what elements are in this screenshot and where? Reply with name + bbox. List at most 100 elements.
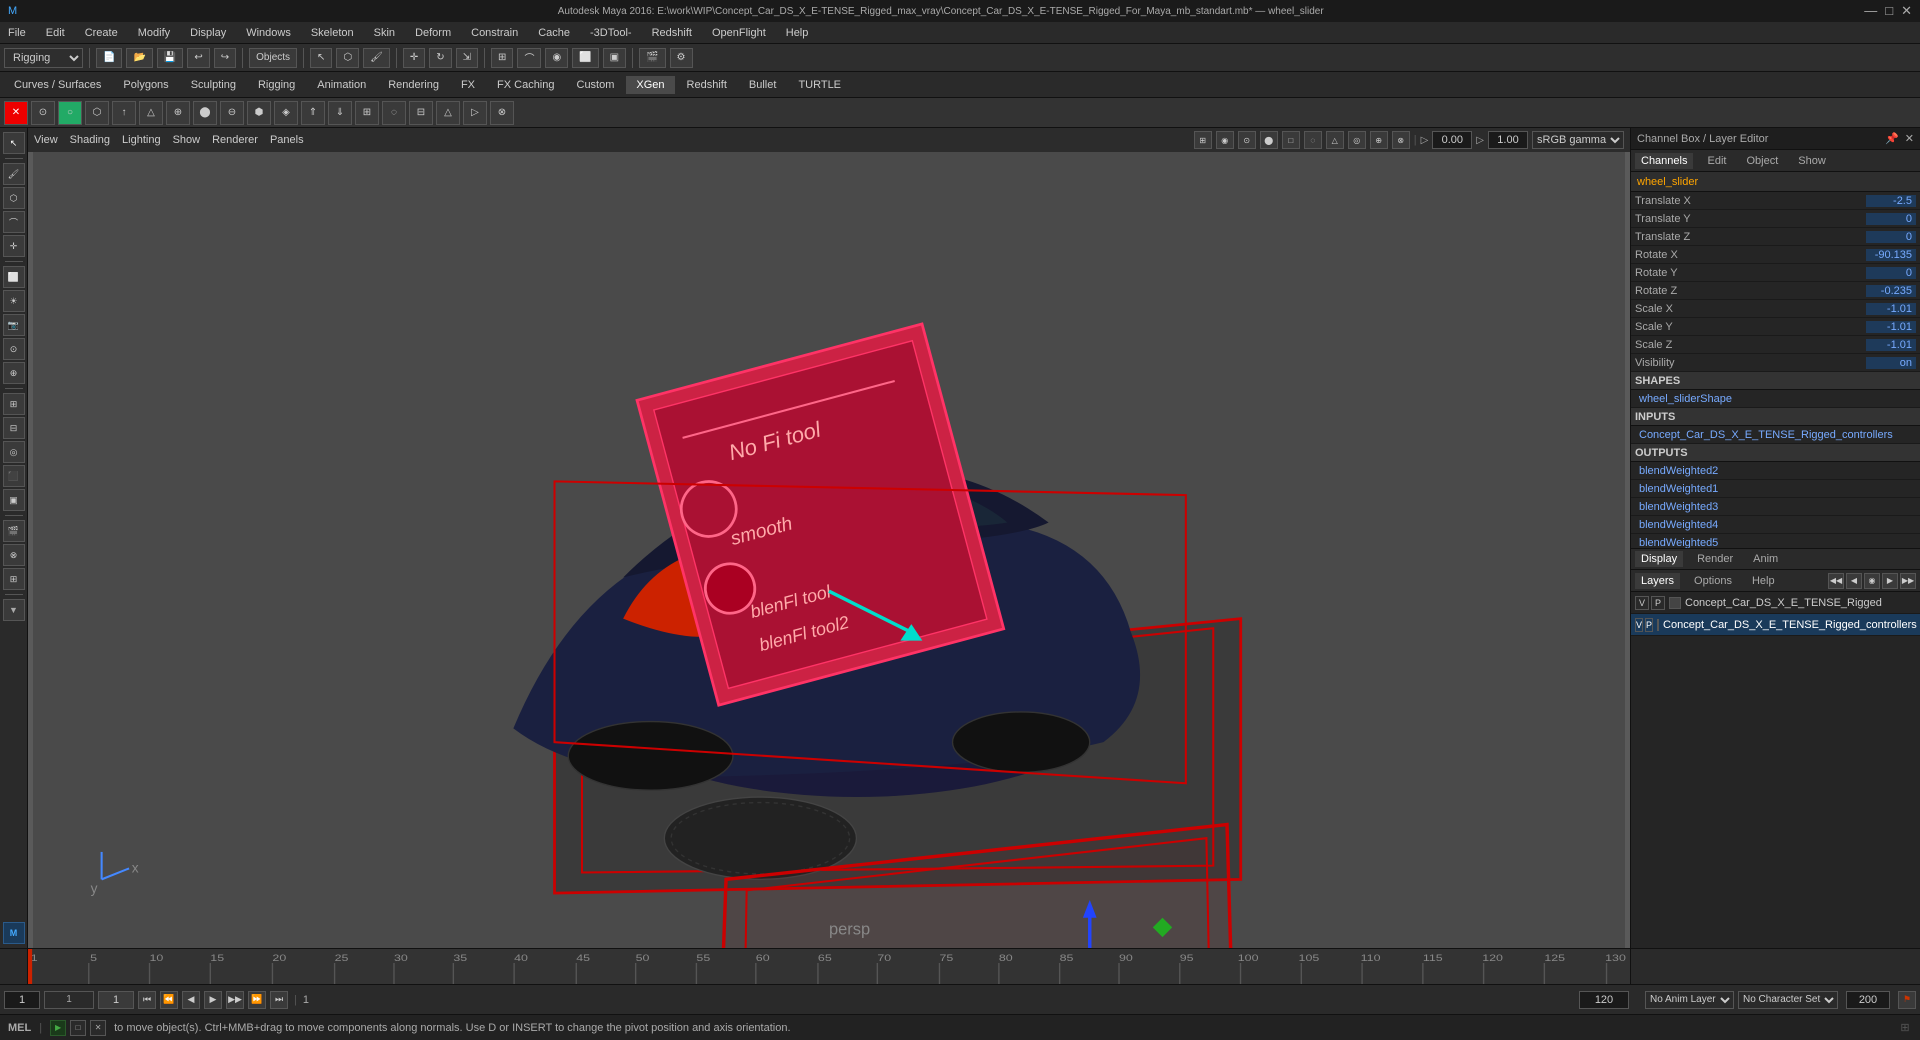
inputs-item-1[interactable]: Concept_Car_DS_X_E_TENSE_Rigged_controll… [1631, 426, 1920, 444]
layer-p-1[interactable]: P [1651, 596, 1665, 610]
more-tools-button[interactable]: ▼ [3, 599, 25, 621]
icon-tool-14[interactable]: ⊞ [355, 101, 379, 125]
play-button[interactable]: ▶ [204, 991, 222, 1009]
icon-tool-8[interactable]: ⬤ [193, 101, 217, 125]
next-keyframe-button[interactable]: ⏩ [248, 991, 266, 1009]
icon-tool-13[interactable]: ⇓ [328, 101, 352, 125]
menu-redshift[interactable]: Redshift [648, 27, 696, 39]
select-tool-button[interactable]: ↖ [310, 48, 332, 68]
tab-fx-caching[interactable]: FX Caching [487, 76, 564, 94]
range-frame-input[interactable] [98, 991, 134, 1009]
play-end-button[interactable]: ⏭ [270, 991, 288, 1009]
menu-deform[interactable]: Deform [411, 27, 455, 39]
menu-skeleton[interactable]: Skeleton [307, 27, 358, 39]
3d-viewport[interactable]: No Fi tool smooth blenFl tool blenFl too… [28, 152, 1630, 948]
tab-display[interactable]: Display [1635, 551, 1683, 567]
show-hud-button[interactable]: ⊟ [3, 417, 25, 439]
move-tool-button[interactable]: ✛ [403, 48, 425, 68]
snap-grid-button[interactable]: ⊞ [491, 48, 513, 68]
tab-custom[interactable]: Custom [567, 76, 625, 94]
select-mode-button[interactable]: ↖ [3, 132, 25, 154]
vp-menu-show[interactable]: Show [173, 134, 201, 146]
vp-value1-input[interactable] [1432, 131, 1472, 149]
new-scene-button[interactable]: 📄 [96, 48, 122, 68]
shapes-item-1[interactable]: wheel_sliderShape [1631, 390, 1920, 408]
layer-row-2[interactable]: V P Concept_Car_DS_X_E_TENSE_Rigged_cont… [1631, 614, 1920, 636]
menu-display[interactable]: Display [186, 27, 230, 39]
icon-tool-6[interactable]: △ [139, 101, 163, 125]
icon-tool-1[interactable]: ✕ [4, 101, 28, 125]
status-icon-3[interactable]: ✕ [90, 1020, 106, 1036]
camera-button[interactable]: 📷 [3, 314, 25, 336]
resize-handle[interactable]: ⊞ [1898, 1021, 1912, 1035]
vp-ctrl-10[interactable]: ⊗ [1392, 131, 1410, 149]
layer-row-1[interactable]: V P Concept_Car_DS_X_E_TENSE_Rigged [1631, 592, 1920, 614]
close-button[interactable]: ✕ [1901, 3, 1912, 19]
outputs-item-2[interactable]: blendWeighted1 [1631, 480, 1920, 498]
vp-ctrl-4[interactable]: ⬤ [1260, 131, 1278, 149]
tab-channels[interactable]: Channels [1635, 153, 1693, 169]
isolate-select-button[interactable]: ◎ [3, 441, 25, 463]
tab-sculpting[interactable]: Sculpting [181, 76, 246, 94]
icon-tool-2[interactable]: ⊙ [31, 101, 55, 125]
render-region-button[interactable]: ⊞ [3, 568, 25, 590]
play-start-button[interactable]: ⏮ [138, 991, 156, 1009]
outputs-item-5[interactable]: blendWeighted5 [1631, 534, 1920, 548]
viewport-panel[interactable]: View Shading Lighting Show Renderer Pane… [28, 128, 1630, 948]
paint-select-button[interactable]: 🖌 [363, 48, 390, 68]
vp-ctrl-5[interactable]: □ [1282, 131, 1300, 149]
paint-tool-button[interactable]: 🖌 [3, 163, 25, 185]
tab-animation[interactable]: Animation [307, 76, 376, 94]
vp-ctrl-8[interactable]: ◎ [1348, 131, 1366, 149]
move-button-left[interactable]: ✛ [3, 235, 25, 257]
tab-options[interactable]: Options [1688, 573, 1738, 589]
icon-tool-4[interactable]: ⬡ [85, 101, 109, 125]
prev-keyframe-button[interactable]: ⏪ [160, 991, 178, 1009]
artisan-button[interactable]: ⬡ [3, 187, 25, 209]
frame-all-button[interactable]: ⬛ [3, 465, 25, 487]
layer-ctrl-1[interactable]: ◀◀ [1828, 573, 1844, 589]
icon-tool-18[interactable]: ▷ [463, 101, 487, 125]
tab-curves-surfaces[interactable]: Curves / Surfaces [4, 76, 111, 94]
layer-vp-1[interactable]: V [1635, 596, 1649, 610]
open-scene-button[interactable]: 📂 [126, 48, 152, 68]
icon-tool-10[interactable]: ⬢ [247, 101, 271, 125]
tab-rendering[interactable]: Rendering [378, 76, 449, 94]
show-grid-button[interactable]: ⊞ [3, 393, 25, 415]
gamma-select[interactable]: sRGB gamma linear [1532, 131, 1624, 149]
objects-button[interactable]: Objects [249, 48, 297, 68]
vp-value2-input[interactable] [1488, 131, 1528, 149]
outputs-item-1[interactable]: blendWeighted2 [1631, 462, 1920, 480]
tab-fx[interactable]: FX [451, 76, 485, 94]
auto-keyframe-button[interactable]: ⚑ [1898, 991, 1916, 1009]
sculpt-button[interactable]: ⌒ [3, 211, 25, 233]
icon-tool-9[interactable]: ⊖ [220, 101, 244, 125]
render-settings-button[interactable]: ⚙ [670, 48, 693, 68]
snap-curve-button[interactable]: ⌒ [517, 48, 541, 68]
render-view-button[interactable]: 🎬 [3, 520, 25, 542]
scale-tool-button[interactable]: ⇲ [456, 48, 478, 68]
vp-menu-renderer[interactable]: Renderer [212, 134, 258, 146]
vp-ctrl-7[interactable]: △ [1326, 131, 1344, 149]
mode-dropdown[interactable]: Rigging Animation Modeling [4, 48, 83, 68]
layer-ctrl-2[interactable]: ◀ [1846, 573, 1862, 589]
render-frame-button[interactable]: 🎬 [639, 48, 665, 68]
range-end-input[interactable] [1846, 991, 1890, 1009]
timeline-track[interactable]: 1 5 10 15 20 25 [28, 949, 1630, 984]
icon-tool-17[interactable]: △ [436, 101, 460, 125]
vp-ctrl-9[interactable]: ⊕ [1370, 131, 1388, 149]
tab-show[interactable]: Show [1792, 153, 1832, 169]
ik-button[interactable]: ⊕ [3, 362, 25, 384]
outputs-item-3[interactable]: blendWeighted3 [1631, 498, 1920, 516]
icon-tool-3[interactable]: ○ [58, 101, 82, 125]
menu-modify[interactable]: Modify [134, 27, 174, 39]
icon-tool-5[interactable]: ↑ [112, 101, 136, 125]
anim-layer-dropdown[interactable]: No Anim Layer [1645, 991, 1734, 1009]
tab-edit[interactable]: Edit [1701, 153, 1732, 169]
vp-ctrl-1[interactable]: ⊞ [1194, 131, 1212, 149]
menu-help[interactable]: Help [782, 27, 813, 39]
frame-sel-button[interactable]: ▣ [3, 489, 25, 511]
character-set-dropdown[interactable]: No Character Set [1738, 991, 1838, 1009]
rotate-tool-button[interactable]: ↻ [429, 48, 451, 68]
snap-surface-button[interactable]: ⬜ [572, 48, 598, 68]
